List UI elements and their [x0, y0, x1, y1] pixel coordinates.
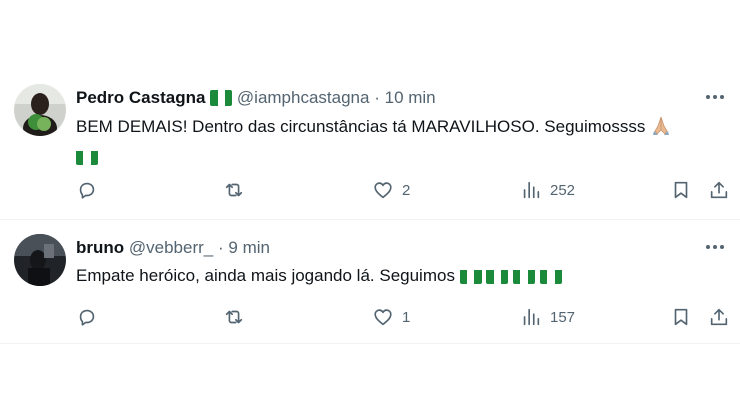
timestamp[interactable]: 9 min	[228, 238, 270, 257]
share-icon	[710, 308, 728, 326]
tweet-header: Pedro Castagna @iamphcastagna · 10 min	[76, 87, 436, 109]
views-icon	[523, 308, 540, 326]
tweet-text-content: Empate heróico, ainda mais jogando lá. S…	[76, 266, 455, 285]
more-icon[interactable]	[704, 88, 726, 108]
like-count: 2	[402, 181, 411, 199]
author-handle[interactable]: @vebberr_	[129, 238, 213, 257]
retweet-button[interactable]	[223, 306, 245, 328]
like-button[interactable]: 1	[372, 306, 410, 328]
tweet-text-content: BEM DEMAIS! Dentro das circunstâncias tá…	[76, 117, 646, 136]
tweet-text: Empate heróico, ainda mais jogando lá. S…	[76, 263, 726, 289]
retweet-icon	[225, 310, 243, 324]
bookmark-icon	[674, 181, 688, 199]
author-name[interactable]: Pedro Castagna	[76, 88, 205, 107]
nigeria-flag-icon	[459, 268, 482, 284]
reply-button[interactable]	[76, 179, 98, 201]
tweet-text: BEM DEMAIS! Dentro das circunstâncias tá…	[76, 114, 726, 170]
like-icon	[374, 182, 392, 199]
views-count: 252	[550, 181, 576, 199]
reply-button[interactable]	[76, 306, 98, 328]
nigeria-flag-icon	[76, 149, 98, 165]
bookmark-icon	[674, 308, 688, 326]
author-handle[interactable]: @iamphcastagna	[237, 88, 370, 107]
timestamp[interactable]: 10 min	[385, 88, 436, 107]
nigeria-flag-icon	[210, 90, 233, 106]
nigeria-flag-icon	[513, 268, 536, 284]
views-icon	[523, 181, 540, 199]
reply-icon	[79, 309, 95, 326]
views-count: 157	[550, 308, 576, 326]
views-button[interactable]: 157	[520, 306, 575, 328]
avatar[interactable]	[14, 84, 66, 136]
nigeria-flag-icon	[539, 268, 562, 284]
retweet-button[interactable]	[223, 179, 245, 201]
tweet[interactable]: Pedro Castagna @iamphcastagna · 10 min B…	[0, 78, 740, 218]
share-icon	[710, 181, 728, 199]
divider	[0, 343, 740, 344]
nigeria-flag-icon	[486, 268, 509, 284]
share-button[interactable]	[708, 179, 730, 201]
like-button[interactable]: 2	[372, 179, 410, 201]
bookmark-button[interactable]	[670, 179, 692, 201]
tweet[interactable]: bruno @vebberr_ · 9 min Empate heróico, …	[0, 220, 740, 343]
folded-hands-icon	[650, 114, 672, 144]
bookmark-button[interactable]	[670, 306, 692, 328]
like-icon	[374, 309, 392, 326]
separator: ·	[374, 88, 380, 107]
more-icon[interactable]	[704, 238, 726, 258]
author-name[interactable]: bruno	[76, 238, 124, 257]
reply-icon	[79, 182, 95, 199]
like-count: 1	[402, 308, 411, 326]
views-button[interactable]: 252	[520, 179, 575, 201]
retweet-icon	[225, 183, 243, 197]
separator: ·	[217, 238, 224, 257]
tweet-header: bruno @vebberr_ · 9 min	[76, 237, 270, 259]
avatar[interactable]	[14, 234, 66, 286]
share-button[interactable]	[708, 306, 730, 328]
